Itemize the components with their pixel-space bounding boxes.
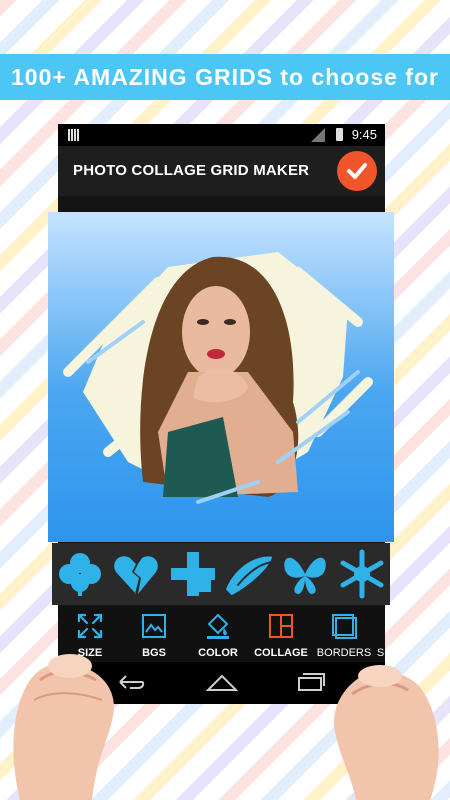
butterfly-icon — [284, 557, 327, 594]
tool-color[interactable]: COLOR — [194, 610, 242, 660]
butterfly-shape-button[interactable] — [280, 549, 330, 599]
clover-shape-button[interactable] — [55, 549, 105, 599]
tool-collage[interactable]: COLLAGE — [253, 610, 309, 660]
tool-collage-label: COLLAGE — [254, 647, 308, 659]
tool-more-label: S — [376, 647, 385, 659]
status-bar: 9:45 — [58, 124, 385, 146]
check-icon — [347, 163, 367, 179]
tool-color-label: COLOR — [198, 647, 238, 659]
collage-canvas[interactable] — [48, 212, 394, 542]
cross-shape-button[interactable] — [168, 549, 218, 599]
snowflake-shape-button[interactable] — [337, 549, 387, 599]
image-icon — [142, 614, 166, 638]
promo-banner-text: 100+ AMAZING GRIDS to choose for — [11, 63, 439, 90]
done-button[interactable] — [337, 151, 377, 191]
promo-banner: 100+ AMAZING GRIDS to choose for — [0, 54, 450, 100]
border-icon — [332, 614, 357, 639]
paint-bucket-icon — [207, 613, 229, 639]
left-hand-image — [13, 654, 114, 800]
status-time: 9:45 — [351, 127, 377, 142]
cross-icon — [170, 552, 215, 596]
brush-stroke-icon — [226, 556, 273, 596]
brush-stroke-shape-button[interactable] — [224, 549, 274, 599]
collage-photo — [63, 252, 373, 504]
tool-borders-label: BORDERS — [316, 647, 372, 659]
app-title: PHOTO COLLAGE GRID MAKER — [73, 162, 310, 179]
app-bar: PHOTO COLLAGE GRID MAKER — [58, 146, 385, 196]
snowflake-icon — [340, 549, 384, 599]
broken-heart-icon — [114, 556, 159, 594]
layout-icon — [269, 614, 293, 638]
right-hand-image — [334, 665, 439, 800]
tool-more[interactable]: S — [376, 610, 385, 660]
notification-icon — [68, 129, 80, 141]
shape-picker — [52, 543, 390, 605]
battery-icon — [336, 128, 343, 141]
signal-icon — [311, 128, 325, 142]
home-icon[interactable] — [206, 672, 238, 692]
broken-heart-shape-button[interactable] — [111, 549, 161, 599]
tool-borders[interactable]: BORDERS — [316, 610, 372, 660]
clover-icon — [59, 553, 102, 596]
resize-icon — [77, 613, 103, 639]
